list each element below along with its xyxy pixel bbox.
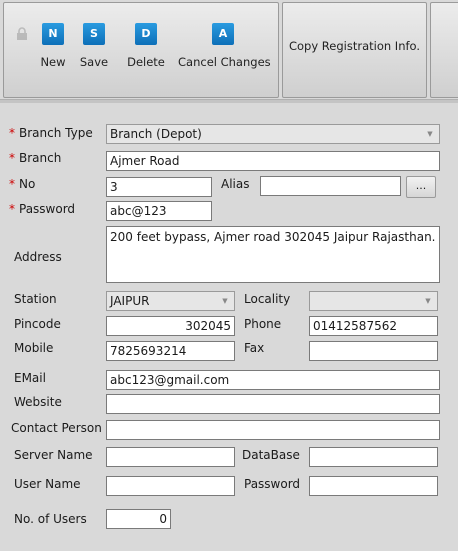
fax-field[interactable] (309, 341, 438, 361)
branch-field[interactable]: Ajmer Road (106, 151, 440, 171)
database-field[interactable] (309, 447, 438, 467)
password-field[interactable]: abc@123 (106, 201, 212, 221)
lock-icon (17, 27, 27, 40)
copy-registration-label: Copy Registration Info. (288, 39, 421, 53)
toolbar-group-actions: N New S Save D Delete A Cancel Changes (3, 2, 279, 98)
chevron-down-icon[interactable]: ▼ (423, 127, 437, 141)
user-name-label: User Name (14, 477, 81, 491)
new-icon: N (42, 23, 64, 45)
db-password-field[interactable] (309, 476, 438, 496)
no-of-users-label: No. of Users (14, 512, 87, 526)
no-of-users-field[interactable]: 0 (106, 509, 171, 529)
station-select[interactable]: JAIPUR ▼ (106, 291, 235, 311)
cancel-icon: A (212, 23, 234, 45)
locality-select[interactable]: ▼ (309, 291, 438, 311)
new-button-label: New (40, 55, 66, 69)
server-name-label: Server Name (14, 448, 93, 462)
station-value: JAIPUR (110, 294, 150, 308)
db-password-label: Password (244, 477, 301, 491)
branch-type-label: * Branch Type (9, 126, 93, 140)
pincode-field[interactable]: 302045 (106, 316, 235, 336)
server-name-field[interactable] (106, 447, 235, 467)
no-field[interactable]: 3 (106, 177, 212, 197)
email-field[interactable]: abc123@gmail.com (106, 370, 440, 390)
branch-type-value: Branch (Depot) (110, 127, 202, 141)
toolbar-group-extra (430, 2, 458, 98)
phone-label: Phone (244, 317, 282, 331)
branch-form: * Branch Type Branch (Depot) ▼ * Branch Aj… (0, 105, 458, 551)
mobile-field[interactable]: 7825693214 (106, 341, 235, 361)
fax-label: Fax (244, 341, 265, 355)
cancel-changes-button[interactable]: A Cancel Changes (178, 23, 271, 69)
no-label: * No (9, 177, 36, 191)
website-label: Website (14, 395, 62, 409)
website-field[interactable] (106, 394, 440, 414)
cancel-changes-label: Cancel Changes (178, 55, 271, 69)
new-button[interactable]: N New (38, 23, 68, 69)
address-label: Address (14, 250, 62, 264)
phone-field[interactable]: 01412587562 (309, 316, 438, 336)
save-icon: S (83, 23, 105, 45)
database-label: DataBase (242, 448, 300, 462)
contact-person-label: Contact Person (11, 421, 102, 435)
toolbar-separator (0, 99, 458, 103)
delete-button-label: Delete (127, 55, 165, 69)
save-button[interactable]: S Save (79, 23, 109, 69)
locality-label: Locality (244, 292, 291, 306)
mobile-label: Mobile (14, 341, 54, 355)
contact-person-field[interactable] (106, 420, 440, 440)
address-textarea[interactable]: 200 feet bypass, Ajmer road 302045 Jaipu… (106, 226, 440, 283)
save-button-label: Save (79, 55, 109, 69)
delete-icon: D (135, 23, 157, 45)
alias-field[interactable] (260, 176, 401, 196)
pincode-label: Pincode (14, 317, 61, 331)
branch-label: * Branch (9, 151, 62, 165)
email-label: EMail (14, 371, 46, 385)
window-frame: N New S Save D Delete A Cancel Changes C… (0, 0, 458, 551)
chevron-down-icon[interactable]: ▼ (218, 294, 232, 308)
branch-type-select[interactable]: Branch (Depot) ▼ (106, 124, 440, 144)
chevron-down-icon[interactable]: ▼ (421, 294, 435, 308)
toolbar: N New S Save D Delete A Cancel Changes C… (0, 0, 458, 102)
alias-browse-button[interactable]: ... (406, 176, 436, 198)
alias-label: Alias (221, 177, 250, 191)
station-label: Station (14, 292, 57, 306)
copy-registration-button[interactable]: Copy Registration Info. (282, 2, 427, 98)
user-name-field[interactable] (106, 476, 235, 496)
delete-button[interactable]: D Delete (126, 23, 166, 69)
password-label: * Password (9, 202, 76, 216)
